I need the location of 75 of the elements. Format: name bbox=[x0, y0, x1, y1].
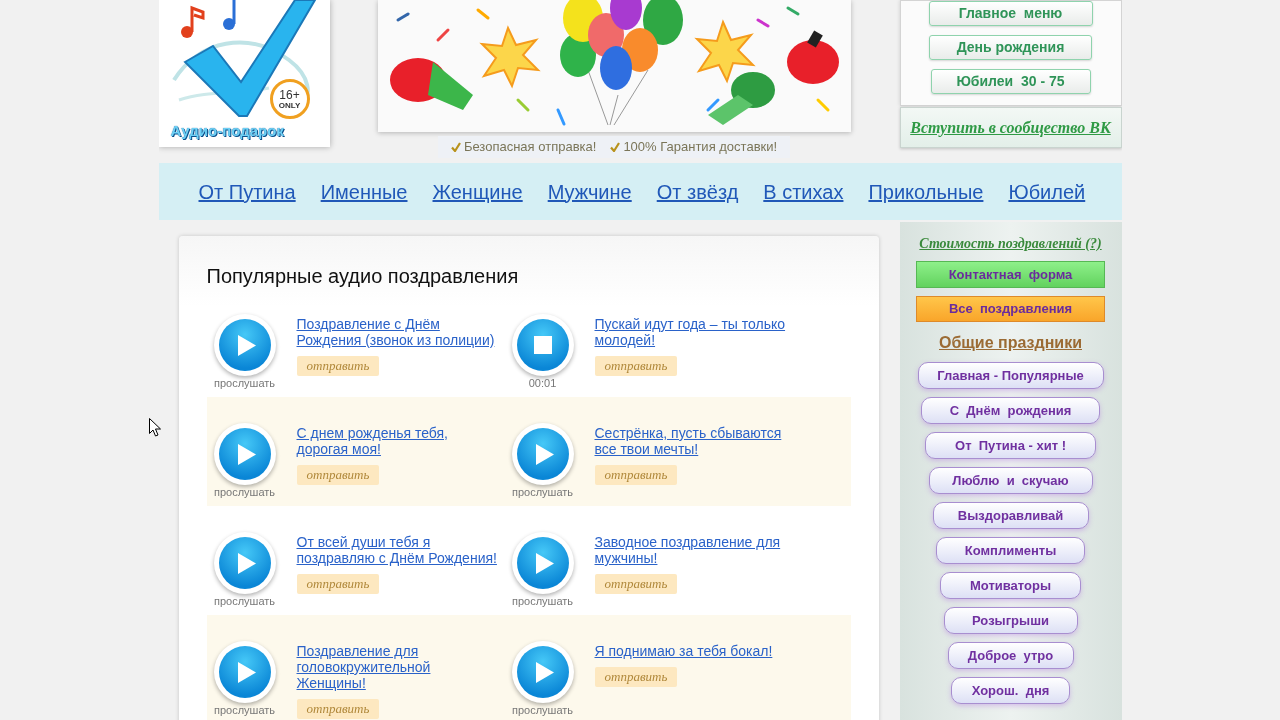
menu-button[interactable]: Юбилеи 30 - 75 bbox=[930, 69, 1091, 94]
play-button[interactable] bbox=[213, 532, 276, 594]
nav-link[interactable]: Юбилей bbox=[1008, 176, 1086, 207]
community-link[interactable]: Вступить в сообщество ВК bbox=[910, 115, 1111, 140]
category-button[interactable]: Мотиваторы bbox=[940, 572, 1081, 599]
listen-label: прослушать bbox=[511, 486, 574, 499]
section-link[interactable]: Общие праздники bbox=[939, 333, 1082, 353]
play-button[interactable] bbox=[213, 314, 276, 376]
play-icon bbox=[535, 661, 554, 683]
check-icon bbox=[450, 142, 461, 152]
listen-label: прослушать bbox=[511, 704, 574, 717]
nav-link[interactable]: Мужчине bbox=[547, 176, 632, 207]
send-button[interactable]: отправить bbox=[594, 667, 678, 687]
badge-caption: ONLY bbox=[278, 101, 301, 110]
stop-icon bbox=[533, 336, 552, 354]
category-button[interactable]: Люблю и скучаю bbox=[928, 467, 1093, 494]
nav-link[interactable]: Прикольные bbox=[868, 176, 984, 207]
play-icon bbox=[237, 552, 256, 574]
play-icon bbox=[535, 552, 554, 574]
play-icon bbox=[237, 334, 256, 356]
play-button[interactable] bbox=[213, 423, 276, 485]
send-button[interactable]: отправить bbox=[296, 356, 380, 376]
nav-link[interactable]: Именные bbox=[320, 176, 408, 207]
greeting-title-link[interactable]: От всей души тебя я поздравляю с Днём Рождения! bbox=[296, 534, 501, 566]
stop-button[interactable] bbox=[511, 314, 574, 376]
guarantee-text: 100% Гарантия доставки! bbox=[623, 138, 778, 157]
greeting-title-link[interactable]: Поздравление для головокружительной Женщины! bbox=[296, 643, 501, 691]
menu-button[interactable]: Главное меню bbox=[928, 1, 1093, 26]
send-button[interactable]: отправить bbox=[296, 574, 380, 594]
play-icon bbox=[237, 661, 256, 683]
greeting-title-link[interactable]: С днем рожденья тебя, дорогая моя! bbox=[296, 425, 501, 457]
play-button[interactable] bbox=[213, 641, 276, 703]
price-link[interactable]: Стоимость поздравлений (?) bbox=[919, 236, 1102, 252]
category-button[interactable]: Доброе утро bbox=[947, 642, 1074, 669]
send-button[interactable]: отправить bbox=[594, 356, 678, 376]
play-icon bbox=[535, 443, 554, 465]
guarantee-text: Безопасная отправка! bbox=[463, 138, 597, 157]
greeting-title-link[interactable]: Поздравление с Днём Рождения (звонок из полиции) bbox=[296, 316, 501, 348]
greeting-title-link[interactable]: Пускай идут года – ты только молодей! bbox=[594, 316, 799, 348]
category-button[interactable]: Главная - Популярные bbox=[917, 362, 1104, 389]
send-button[interactable]: отправить bbox=[296, 465, 380, 485]
greeting-title-link[interactable]: Сестрёнка, пусть сбываются все твои мечты! bbox=[594, 425, 799, 457]
section-heading: Популярные аудио поздравления bbox=[206, 264, 520, 288]
listen-label: прослушать bbox=[213, 595, 276, 608]
category-button[interactable]: Комплименты bbox=[936, 537, 1085, 564]
category-button[interactable]: С Днём рождения bbox=[921, 397, 1100, 424]
category-button[interactable]: От Путина - хит ! bbox=[925, 432, 1096, 459]
timer-text: 00:01 bbox=[528, 377, 557, 390]
nav-link[interactable]: От Путина bbox=[198, 176, 296, 207]
send-button[interactable]: отправить bbox=[296, 699, 380, 719]
logo-title: Аудио-подарок bbox=[170, 121, 284, 141]
category-button[interactable]: Розыгрыши bbox=[943, 607, 1078, 634]
mouse-pointer-icon bbox=[149, 418, 161, 437]
check-icon bbox=[610, 142, 621, 152]
listen-label: прослушать bbox=[213, 486, 276, 499]
play-button[interactable] bbox=[511, 641, 574, 703]
nav-link[interactable]: Женщине bbox=[432, 176, 523, 207]
send-button[interactable]: отправить bbox=[594, 465, 678, 485]
nav-link[interactable]: От звёзд bbox=[656, 176, 739, 207]
category-button[interactable]: Выздоравливай bbox=[932, 502, 1089, 529]
listen-label: прослушать bbox=[213, 377, 276, 390]
send-button[interactable]: отправить bbox=[594, 574, 678, 594]
contact-form-button[interactable]: Контактная форма bbox=[916, 261, 1105, 288]
play-icon bbox=[237, 443, 256, 465]
nav-link[interactable]: В стихах bbox=[763, 176, 844, 207]
category-button[interactable]: Хорош. дня bbox=[951, 677, 1070, 704]
listen-label: прослушать bbox=[511, 595, 574, 608]
all-greetings-button[interactable]: Все поздравления bbox=[916, 296, 1105, 322]
play-button[interactable] bbox=[511, 423, 574, 485]
greeting-title-link[interactable]: Заводное поздравление для мужчины! bbox=[594, 534, 799, 566]
menu-button[interactable]: День рождения bbox=[929, 35, 1092, 60]
play-button[interactable] bbox=[511, 532, 574, 594]
age-rating-label: 16+ bbox=[279, 88, 300, 101]
listen-label: прослушать bbox=[213, 704, 276, 717]
greeting-title-link[interactable]: Я поднимаю за тебя бокал! bbox=[594, 643, 799, 659]
